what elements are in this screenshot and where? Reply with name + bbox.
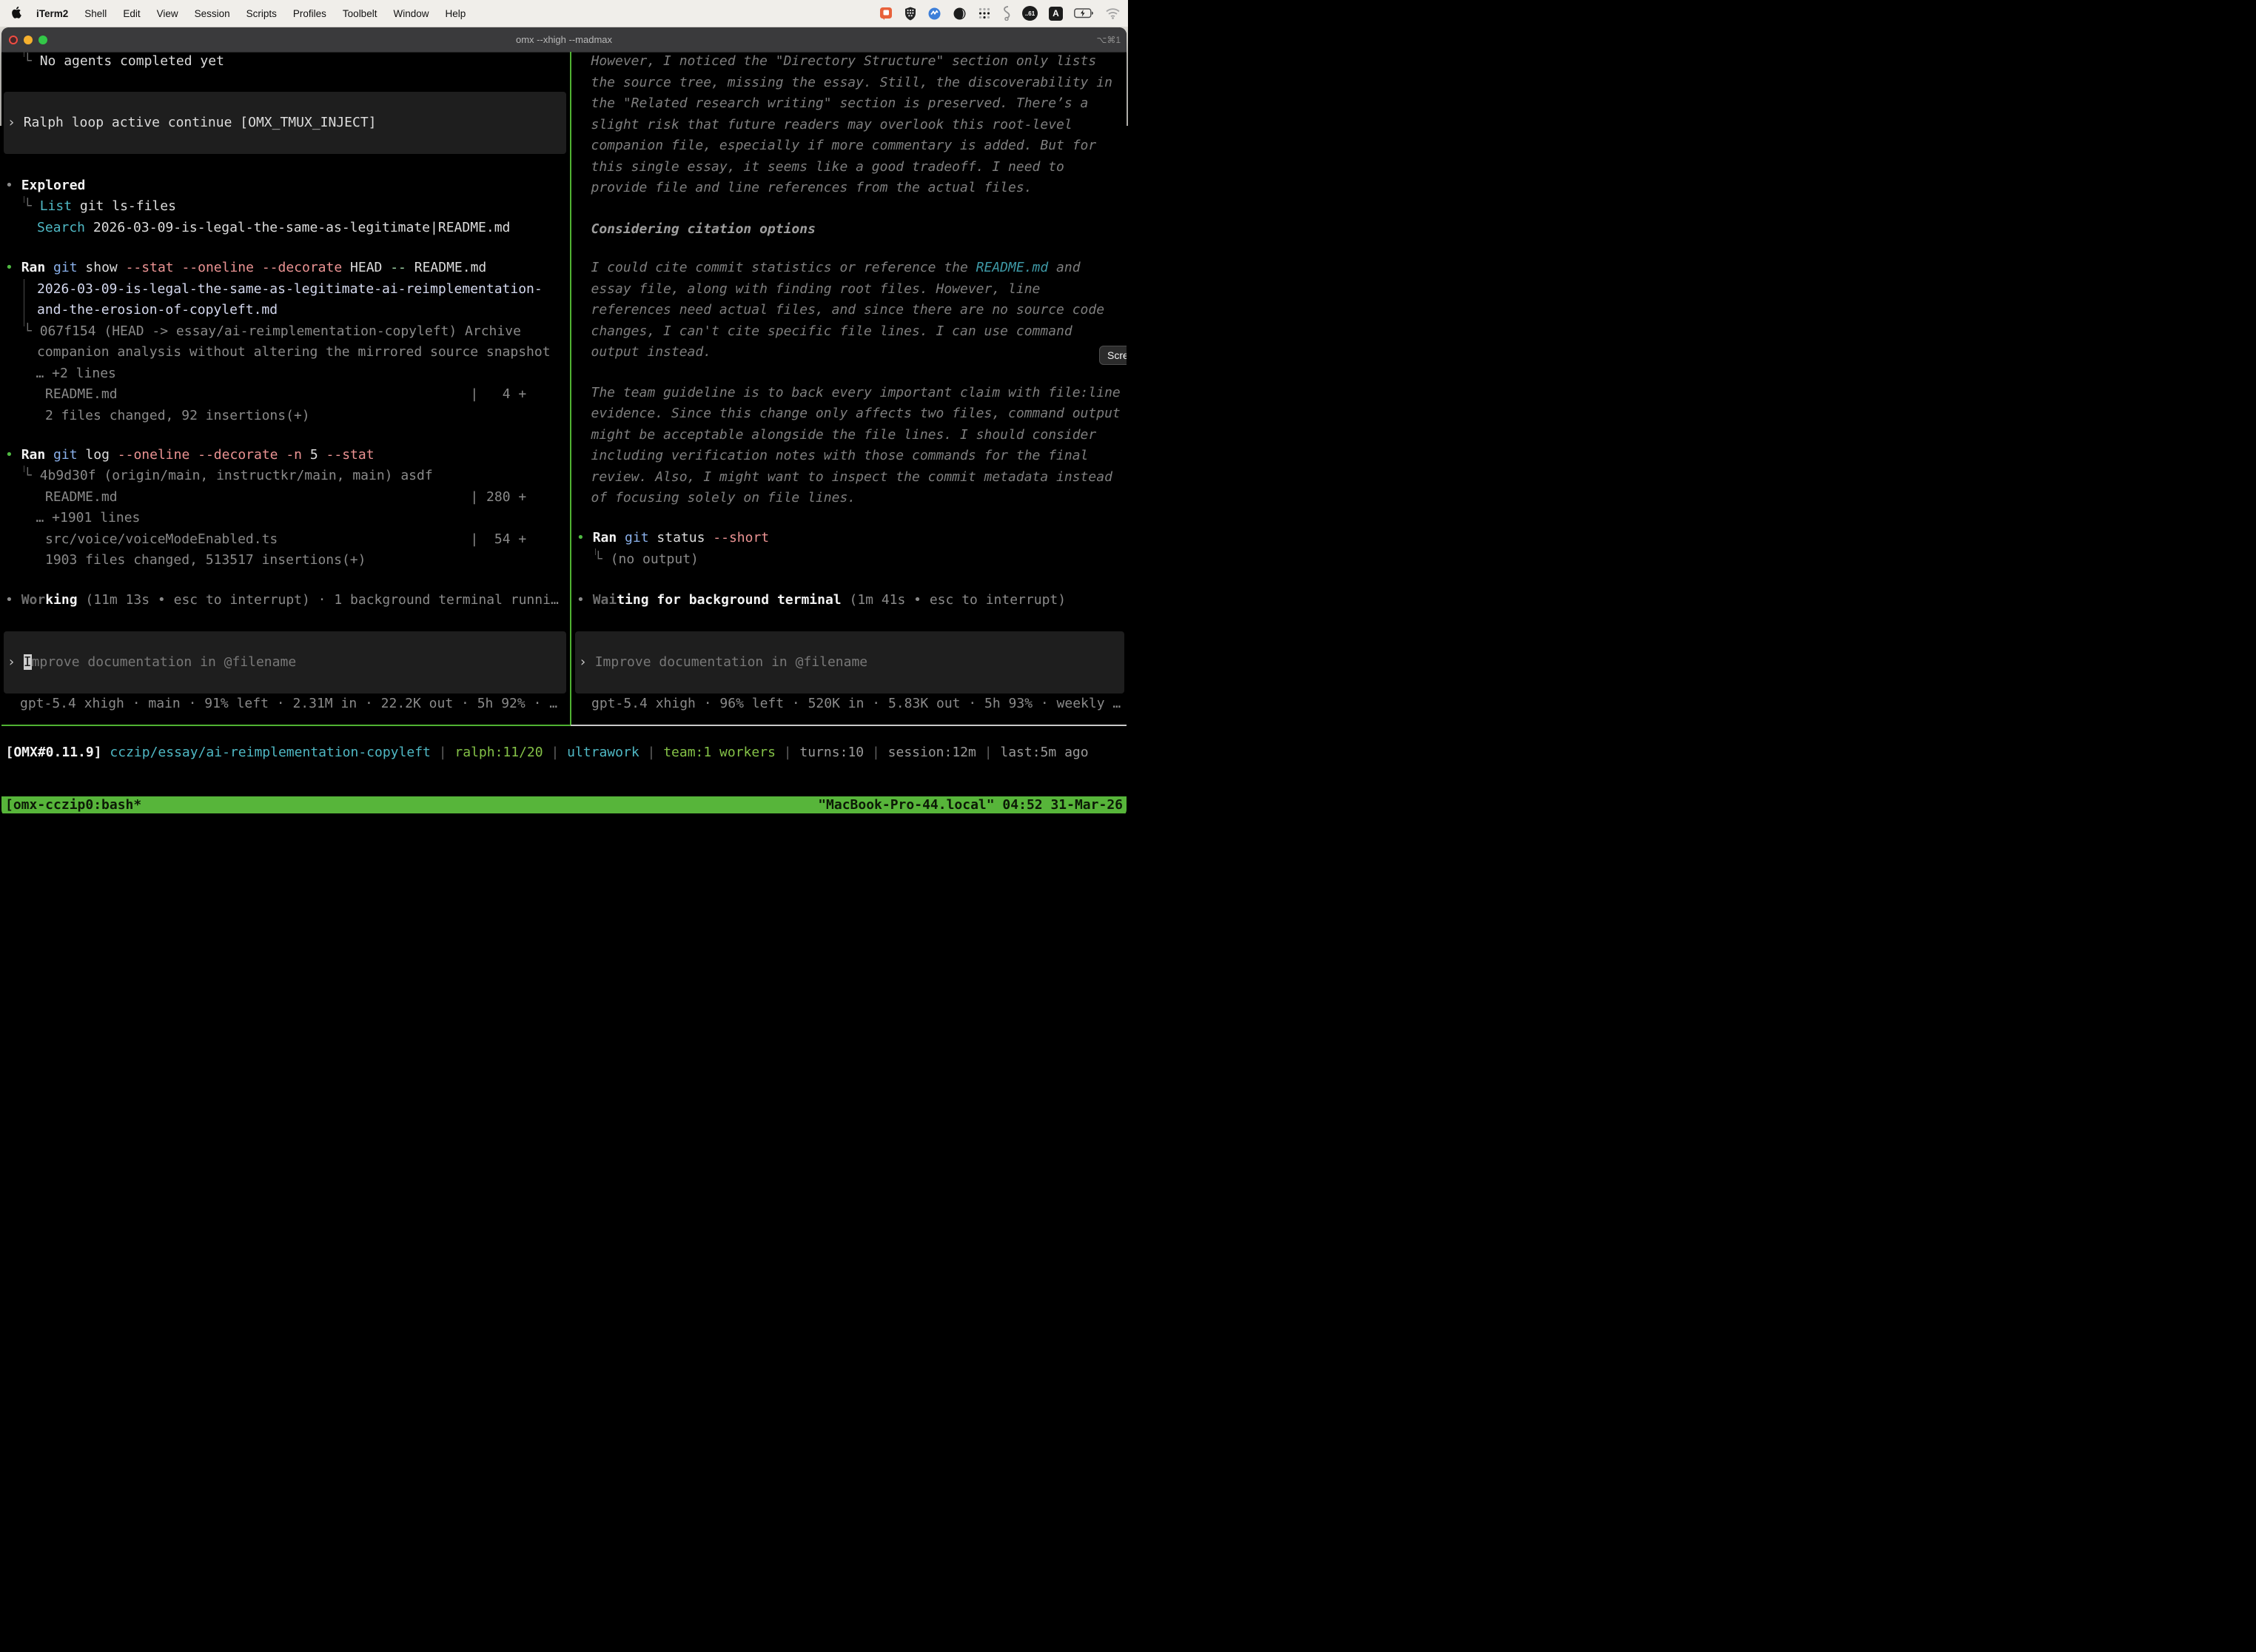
git-log-stat-2: src/voice/voiceModeEnabled.ts | 54 + [45,529,526,551]
thinking-p1-6: this single essay, it seems like a good … [591,157,1064,178]
git-show-output-3: … +2 lines [36,363,116,385]
explored-list-line: └ List git ls-files [24,196,176,218]
menu-item-help[interactable]: Help [445,8,466,19]
prompt-text-right: › Improve documentation in @filename [579,652,867,674]
pane-divider-bottom-inactive[interactable] [571,725,1127,726]
model-status-right: gpt-5.4 xhigh · 96% left · 520K in · 5.8… [591,694,1121,715]
git-show-output-1: └ 067f154 (HEAD -> essay/ai-reimplementa… [24,321,521,343]
waiting-status: • Waiting for background terminal (1m 41… [577,590,1066,611]
thinking-p2-4: changes, I can't cite specific file line… [591,321,1072,343]
thinking-p1-4: slight risk that future readers may over… [591,115,1072,136]
menu-item-toolbelt[interactable]: Toolbelt [343,8,377,19]
iterm-window: omx --xhigh --madmax ⌥⌘1 └ No agents com… [1,27,1127,817]
model-status-left: gpt-5.4 xhigh · main · 91% left · 2.31M … [20,694,557,715]
omx-status-line: [OMX#0.11.9] cczip/essay/ai-reimplementa… [6,742,1089,764]
git-log-output-1: └ 4b9d30f (origin/main, instructkr/main,… [24,466,433,487]
thinking-p2-3: references need actual files, and since … [591,300,1105,321]
shield-grid-icon[interactable] [904,7,916,21]
git-log-stat-1: README.md | 280 + [45,487,526,508]
git-show-filename-2: and-the-erosion-of-copyleft.md [37,300,278,321]
menu-item-shell[interactable]: Shell [84,8,107,19]
menu-item-scripts[interactable]: Scripts [246,8,277,19]
thinking-p3-5: review. Also, I might want to inspect th… [591,467,1112,488]
git-status-command: • Ran git status --short [577,528,769,549]
chat-icon[interactable] [879,7,893,21]
menu-item-view[interactable]: View [157,8,178,19]
dots-grid-icon[interactable] [978,7,991,20]
screen: iTerm2 Shell Edit View Session Scripts Profil… [0,0,1128,826]
thinking-p3-4: including verification notes with those … [591,446,1089,467]
thinking-p3-6: of focusing solely on file lines. [591,488,856,509]
no-agents-line: └ No agents completed yet [24,51,224,73]
tmux-host-clock-label: "MacBook-Pro-44.local" 04:52 31-Mar-26 [818,796,1123,813]
thinking-p3-3: might be acceptable alongside the file l… [591,425,1097,446]
apple-menu-icon[interactable] [12,7,23,20]
blue-badge-icon[interactable] [927,7,941,21]
git-show-command: • Ran git show --stat --oneline --decora… [5,258,486,279]
screen-share-chip[interactable]: Scre [1099,346,1127,365]
gauge-icon[interactable]: ..61 [1022,6,1038,21]
menu-item-session[interactable]: Session [195,8,230,19]
tmux-session-label: [omx-cczip0:bash* [5,796,141,813]
menu-item-edit[interactable]: Edit [123,8,140,19]
menubar-status-icons: ..61 A [879,6,1121,21]
menu-items: Shell Edit View Session Scripts Profiles Toolb… [68,8,466,19]
git-log-stat-3: 1903 files changed, 513517 insertions(+) [45,550,366,571]
working-status: • Working (11m 13s • esc to interrupt) ·… [5,590,559,611]
explored-search-line: Search 2026-03-09-is-legal-the-same-as-l… [37,218,510,239]
pane-divider-bottom-active[interactable] [1,725,571,726]
menu-app-name[interactable]: iTerm2 [36,8,68,19]
gauge-label: ..61 [1025,10,1035,17]
thinking-p1-3: the "Related research writing" section i… [591,93,1089,115]
git-show-filename-1: 2026-03-09-is-legal-the-same-as-legitima… [37,279,543,300]
thinking-p2-5: output instead. [591,342,712,363]
pane-divider-vertical[interactable] [570,52,571,725]
git-show-output-2: companion analysis without altering the … [37,342,551,363]
input-source-icon[interactable]: A [1049,7,1063,21]
explored-header: • Explored [5,175,85,197]
thinking-p1-1: However, I noticed the "Directory Struct… [591,51,1097,73]
git-show-stat-1: README.md | 4 + [45,384,526,406]
git-status-output: └ (no output) [594,549,699,571]
tree-guide [24,279,25,326]
thinking-p1-5: companion file, especially if more comme… [591,135,1097,157]
thinking-p3-1: The team guideline is to back every impo… [591,383,1121,404]
thinking-p1-2: the source tree, missing the essay. Stil… [591,73,1112,94]
thinking-p1-7: provide file and line references from th… [591,178,1033,199]
menu-item-window[interactable]: Window [393,8,429,19]
battery-icon[interactable] [1074,8,1094,19]
pie-chart-icon[interactable] [953,7,967,21]
git-log-command: • Ran git log --oneline --decorate -n 5 … [5,445,375,466]
wifi-icon[interactable] [1105,7,1121,19]
screen-share-chip-label: Scre [1107,349,1127,361]
ralph-loop-line: › Ralph loop active continue [OMX_TMUX_I… [7,113,377,134]
git-show-stat-2: 2 files changed, 92 insertions(+) [45,406,310,427]
terminal-content: └ No agents completed yet › Ralph loop ac… [1,27,1127,817]
input-source-label: A [1053,8,1059,19]
git-log-output-2: … +1901 lines [36,508,141,529]
menu-bar: iTerm2 Shell Edit View Session Scripts Profil… [0,0,1128,27]
tmux-status-bar: [omx-cczip0:bash* "MacBook-Pro-44.local"… [1,796,1127,813]
prompt-text-left: › Improve documentation in @filename [7,652,296,674]
thinking-p3-2: evidence. Since this change only affects… [591,403,1121,425]
thinking-heading: Considering citation options [591,219,816,241]
squiggle-icon[interactable] [1002,6,1011,21]
menu-item-profiles[interactable]: Profiles [293,8,326,19]
thinking-p2-1: I could cite commit statistics or refere… [591,258,1081,279]
thinking-p2-2: essay file, along with finding root file… [591,279,1041,300]
